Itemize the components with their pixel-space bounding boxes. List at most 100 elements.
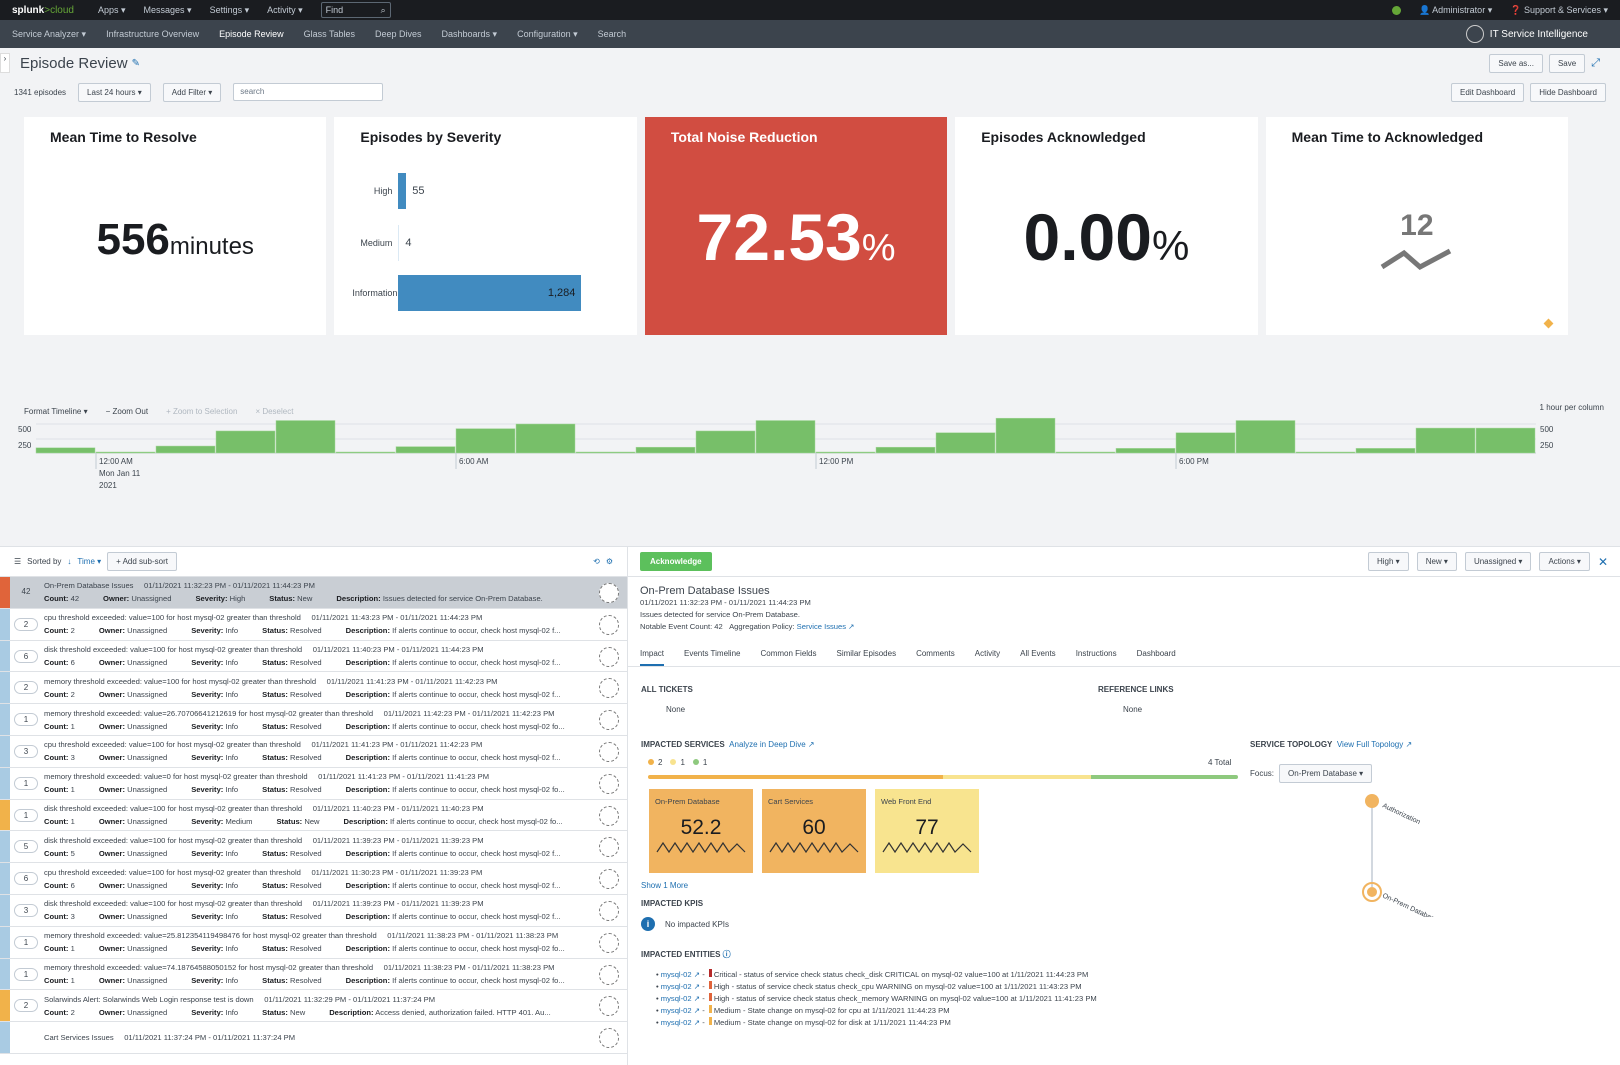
select-checkbox[interactable] (599, 805, 619, 826)
timeline-bar[interactable] (515, 423, 576, 454)
timeline-bar[interactable] (875, 446, 936, 454)
settings-menu[interactable]: Settings ▾ (210, 5, 250, 16)
deep-dive-link[interactable]: Analyze in Deep Dive (729, 740, 805, 749)
timeline-bar[interactable] (695, 430, 756, 454)
full-topology-link[interactable]: View Full Topology (1337, 740, 1403, 749)
nav-episode-review[interactable]: Episode Review (219, 29, 284, 39)
entity-link[interactable]: mysql-02 (661, 1006, 692, 1015)
activity-menu[interactable]: Activity ▾ (267, 5, 303, 16)
service-tile[interactable]: Web Front End 77 (875, 789, 979, 873)
sort-direction-icon[interactable]: ↓ (67, 557, 71, 566)
expand-icon[interactable]: ⤢ (1591, 57, 1600, 70)
select-checkbox[interactable] (599, 1028, 619, 1049)
refresh-icon[interactable]: ⟲ (593, 557, 600, 566)
timeline-bar[interactable] (335, 451, 396, 454)
timeline-bar[interactable] (1235, 420, 1296, 454)
episode-row[interactable]: Cart Services Issues 01/11/2021 11:37:24… (0, 1022, 627, 1054)
timeline-bar[interactable] (575, 451, 636, 454)
severity-bar[interactable]: 1,284 (398, 275, 582, 311)
select-checkbox[interactable] (599, 932, 619, 953)
timeline-bar[interactable] (1295, 451, 1356, 454)
tab-instructions[interactable]: Instructions (1076, 649, 1117, 658)
episode-row[interactable]: 6 cpu threshold exceeded: value=100 for h… (0, 863, 627, 895)
hide-dashboard-button[interactable]: Hide Dashboard (1530, 82, 1606, 102)
find-input[interactable]: Find ⌕ (320, 2, 391, 18)
severity-bar[interactable] (398, 225, 400, 261)
sidebar-toggle-icon[interactable]: › (0, 53, 10, 73)
topology-node-authorization[interactable] (1365, 794, 1379, 808)
apps-menu[interactable]: Apps ▾ (98, 5, 126, 16)
status-dropdown[interactable]: New ▾ (1416, 552, 1457, 571)
timeline-bar[interactable] (155, 445, 216, 454)
select-checkbox[interactable] (599, 614, 619, 635)
nav-dashboards[interactable]: Dashboards ▾ (442, 29, 498, 40)
save-as-button[interactable]: Save as... (1489, 53, 1543, 73)
nav-infrastructure-overview[interactable]: Infrastructure Overview (106, 29, 199, 39)
timeline-bar[interactable] (95, 451, 156, 454)
episode-row[interactable]: 1 memory threshold exceeded: value=0 for … (0, 767, 627, 800)
timeline-bar[interactable] (935, 432, 996, 454)
show-more-link[interactable]: Show 1 More (641, 881, 688, 890)
episode-row[interactable]: 2 memory threshold exceeded: value=100 fo… (0, 672, 627, 705)
help-icon[interactable]: ⓘ (723, 950, 731, 959)
severity-dropdown[interactable]: High ▾ (1368, 552, 1409, 571)
gear-icon[interactable]: ⚙ (606, 557, 613, 566)
save-button[interactable]: Save (1548, 53, 1586, 73)
timeline-bar[interactable] (215, 430, 276, 454)
tab-all-events[interactable]: All Events (1020, 649, 1056, 658)
sort-field-dropdown[interactable]: Time ▾ (77, 557, 101, 566)
episode-row[interactable]: 2 Solarwinds Alert: Solarwinds Web Login … (0, 990, 627, 1023)
search-input[interactable]: search (233, 83, 384, 101)
timeline-bar[interactable] (815, 451, 876, 454)
timeline-bar[interactable] (1055, 451, 1116, 454)
entity-link[interactable]: mysql-02 (661, 970, 692, 979)
nav-search[interactable]: Search (598, 29, 627, 39)
tab-dashboard[interactable]: Dashboard (1137, 649, 1176, 658)
episode-row[interactable]: 1 memory threshold exceeded: value=26.707… (0, 704, 627, 736)
timeline-bar[interactable] (755, 420, 816, 454)
splunk-logo[interactable]: splunk>cloud (12, 5, 74, 16)
service-tile[interactable]: On-Prem Database 52.2 (649, 789, 753, 873)
actions-dropdown[interactable]: Actions ▾ (1539, 552, 1590, 571)
episode-row[interactable]: 6 disk threshold exceeded: value=100 for … (0, 640, 627, 673)
select-checkbox[interactable] (599, 646, 619, 667)
timeline-bar[interactable] (1355, 448, 1416, 454)
nav-deep-dives[interactable]: Deep Dives (375, 29, 422, 39)
timeline-chart[interactable]: 500 250 500 250 12:00 AM Mon Jan 11 2021… (0, 403, 1620, 493)
entity-link[interactable]: mysql-02 (661, 994, 692, 1003)
tab-common-fields[interactable]: Common Fields (760, 649, 816, 658)
edit-dashboard-button[interactable]: Edit Dashboard (1451, 82, 1525, 102)
entity-link[interactable]: mysql-02 (661, 982, 692, 991)
nav-service-analyzer[interactable]: Service Analyzer ▾ (12, 29, 86, 40)
severity-bar[interactable] (398, 173, 407, 209)
add-subsort-button[interactable]: + Add sub-sort (107, 552, 177, 571)
tab-events-timeline[interactable]: Events Timeline (684, 649, 740, 658)
aggregation-policy-link[interactable]: Service Issues (797, 622, 846, 631)
topology-graph[interactable]: Authorization On-Prem Database (1348, 787, 1458, 917)
focus-dropdown[interactable]: On-Prem Database ▾ (1279, 764, 1373, 783)
episode-row[interactable]: 1 disk threshold exceeded: value=100 for … (0, 799, 627, 832)
timeline-bar[interactable] (1115, 448, 1176, 454)
messages-menu[interactable]: Messages ▾ (144, 5, 192, 16)
episode-row[interactable]: 3 cpu threshold exceeded: value=100 for h… (0, 735, 627, 768)
episode-row[interactable]: 3 disk threshold exceeded: value=100 for … (0, 894, 627, 927)
episode-row[interactable]: 1 memory threshold exceeded: value=25.812… (0, 926, 627, 959)
tab-comments[interactable]: Comments (916, 649, 955, 658)
episode-row[interactable]: 1 memory threshold exceeded: value=74.187… (0, 958, 627, 991)
tab-impact[interactable]: Impact (640, 649, 665, 666)
owner-dropdown[interactable]: Unassigned ▾ (1464, 552, 1532, 571)
time-range-picker[interactable]: Last 24 hours ▾ (78, 82, 151, 102)
timeline-bar[interactable] (395, 446, 456, 454)
timeline-bar[interactable] (1415, 427, 1476, 454)
service-tile[interactable]: Cart Services 60 (762, 789, 866, 873)
select-checkbox[interactable] (599, 773, 619, 794)
episode-row[interactable]: 42 On-Prem Database Issues 01/11/2021 11:… (0, 577, 627, 609)
select-checkbox[interactable] (599, 900, 619, 921)
add-filter-button[interactable]: Add Filter ▾ (162, 82, 222, 102)
timeline-bar[interactable] (1175, 432, 1236, 454)
episode-row[interactable]: 2 cpu threshold exceeded: value=100 for h… (0, 608, 627, 641)
support-menu[interactable]: ❓ Support & Services ▾ (1510, 5, 1608, 16)
select-checkbox[interactable] (599, 964, 619, 985)
nav-glass-tables[interactable]: Glass Tables (304, 29, 355, 39)
timeline-bar[interactable] (995, 417, 1056, 454)
